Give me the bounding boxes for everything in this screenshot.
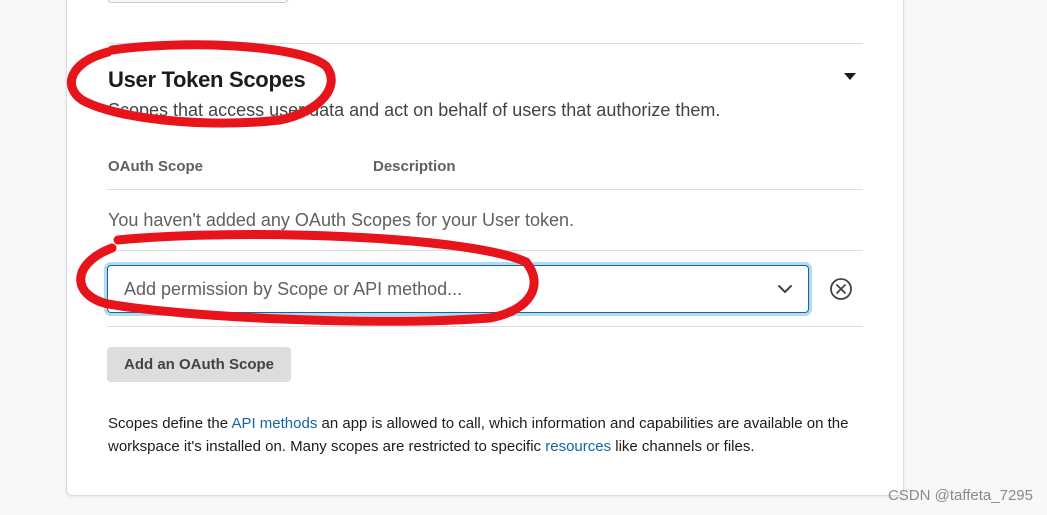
previous-control-edge [107, 0, 289, 3]
section-divider [107, 43, 863, 44]
chevron-down-icon[interactable] [776, 280, 794, 298]
section-description: Scopes that access user data and act on … [108, 100, 721, 120]
page: User Token Scopes Scopes that access use… [0, 0, 1047, 515]
section-title: User Token Scopes [108, 67, 306, 92]
empty-scopes-message: You haven't added any OAuth Scopes for y… [108, 210, 575, 230]
scope-select-input[interactable]: Add permission by Scope or API method... [107, 265, 809, 313]
help-text-part: Scopes define the [108, 415, 232, 432]
help-text-part: like channels or files. [611, 438, 755, 455]
circle-x-icon[interactable] [829, 277, 853, 301]
caret-down-icon[interactable] [844, 73, 856, 80]
resources-link[interactable]: resources [545, 438, 611, 455]
watermark: CSDN @taffeta_7295 [887, 487, 1033, 504]
table-divider [107, 189, 863, 190]
table-divider [107, 326, 863, 327]
scopes-card: User Token Scopes Scopes that access use… [66, 0, 904, 496]
table-divider [107, 250, 863, 251]
column-header-oauth-scope: OAuth Scope [108, 158, 204, 175]
scope-select-placeholder: Add permission by Scope or API method... [124, 279, 463, 299]
api-methods-link[interactable]: API methods [231, 415, 317, 432]
scopes-help-text: Scopes define the API methods an app is … [108, 412, 868, 458]
column-header-description: Description [373, 158, 456, 175]
add-oauth-scope-button[interactable]: Add an OAuth Scope [107, 347, 291, 382]
